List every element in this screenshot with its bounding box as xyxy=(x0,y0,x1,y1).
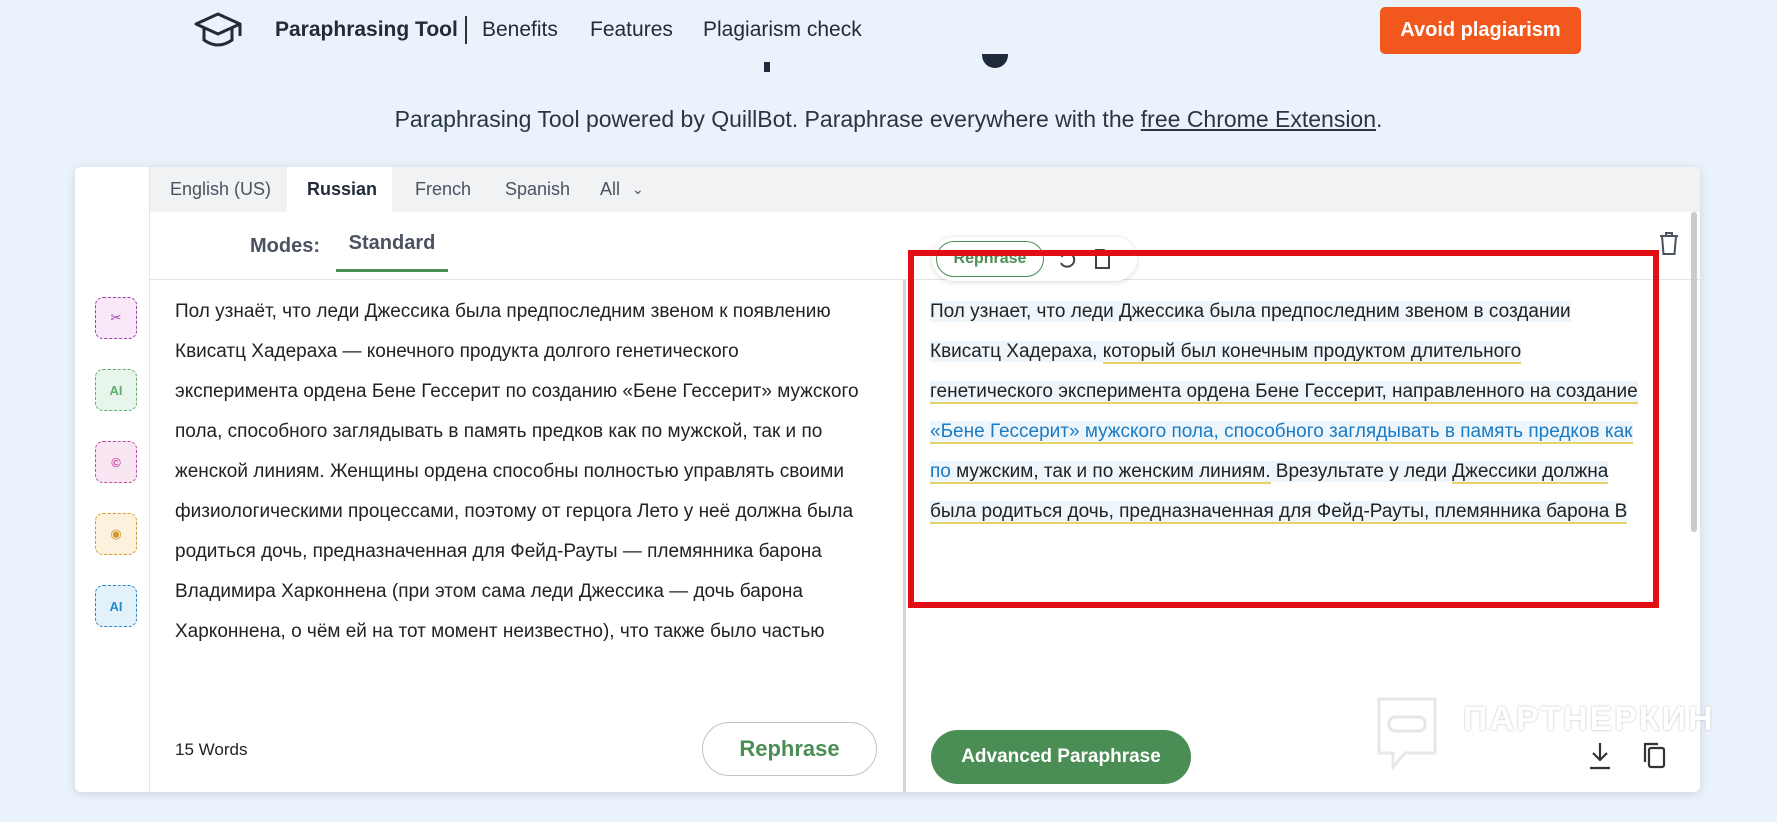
nav-link-benefits[interactable]: Benefits xyxy=(482,18,558,42)
rail-icon-2[interactable]: © xyxy=(95,441,137,483)
tab-all[interactable]: All ⌄ xyxy=(580,167,664,212)
modes-row: Modes: Standard xyxy=(150,212,1700,280)
rail-icon-4[interactable]: AI xyxy=(95,585,137,627)
trash-icon[interactable] xyxy=(1657,229,1681,257)
subtitle-text: Paraphrasing Tool powered by QuillBot. P… xyxy=(394,106,1141,132)
chevron-down-icon: ⌄ xyxy=(632,181,644,197)
output-text[interactable]: Пол узнает, что леди Джессика была предп… xyxy=(930,292,1640,532)
brand-name[interactable]: Paraphrasing Tool xyxy=(275,18,458,42)
watermark-text: ПАРТНЕРКИН xyxy=(1463,700,1715,738)
subtitle-end: . xyxy=(1376,106,1383,132)
page-title-partial xyxy=(760,44,1020,72)
nav-link-plagiarism-check[interactable]: Plagiarism check xyxy=(703,18,862,42)
tab-spanish[interactable]: Spanish xyxy=(485,167,590,212)
language-tabs: English (US) Russian French Spanish All … xyxy=(150,167,1700,212)
tab-all-label: All xyxy=(600,179,621,199)
panel-divider[interactable] xyxy=(903,280,906,792)
rail-icon-0[interactable]: ✂ xyxy=(95,297,137,339)
plagiarism-icon: © xyxy=(111,454,121,470)
input-textarea[interactable]: Пол узнаёт, что леди Джессика была предп… xyxy=(175,292,865,652)
ai-search-icon: AI xyxy=(109,598,123,614)
page-subtitle: Paraphrasing Tool powered by QuillBot. P… xyxy=(0,106,1777,133)
nav-link-features[interactable]: Features xyxy=(590,18,673,42)
chrome-extension-link[interactable]: free Chrome Extension xyxy=(1141,106,1376,132)
output-segment-3[interactable]: мужским, так и по женским линиям. xyxy=(950,461,1271,484)
tab-english-us[interactable]: English (US) xyxy=(150,167,291,212)
modes-label: Modes: xyxy=(250,235,320,257)
brand-separator xyxy=(465,16,467,44)
output-segment-4[interactable]: Врезультате у леди xyxy=(1270,461,1453,482)
split-sentence-icon: ✂ xyxy=(110,310,122,325)
rephrase-button[interactable]: Rephrase xyxy=(702,722,877,776)
word-count: 15 Words xyxy=(175,740,248,759)
document-icon[interactable] xyxy=(1090,247,1114,271)
output-mini-toolbar: Rephrase xyxy=(932,237,1137,281)
rail-icon-3[interactable]: ◉ xyxy=(95,513,137,555)
graduation-cap-logo-icon[interactable] xyxy=(190,8,246,54)
avoid-plagiarism-button[interactable]: Avoid plagiarism xyxy=(1380,7,1581,54)
tab-french[interactable]: French xyxy=(395,167,491,212)
mode-standard-tab[interactable]: Standard xyxy=(336,232,448,272)
rail-icon-1[interactable]: AI xyxy=(95,369,137,411)
undo-icon[interactable] xyxy=(1055,247,1079,271)
eye-icon: ◉ xyxy=(110,526,122,541)
mini-rephrase-button[interactable]: Rephrase xyxy=(936,241,1044,277)
advanced-paraphrase-button[interactable]: Advanced Paraphrase xyxy=(931,730,1191,784)
tab-russian[interactable]: Russian xyxy=(287,167,392,212)
ai-detector-icon: AI xyxy=(109,382,123,398)
side-toolbar: ✂ AI © ◉ AI xyxy=(75,167,150,792)
output-scrollbar[interactable] xyxy=(1691,212,1697,532)
